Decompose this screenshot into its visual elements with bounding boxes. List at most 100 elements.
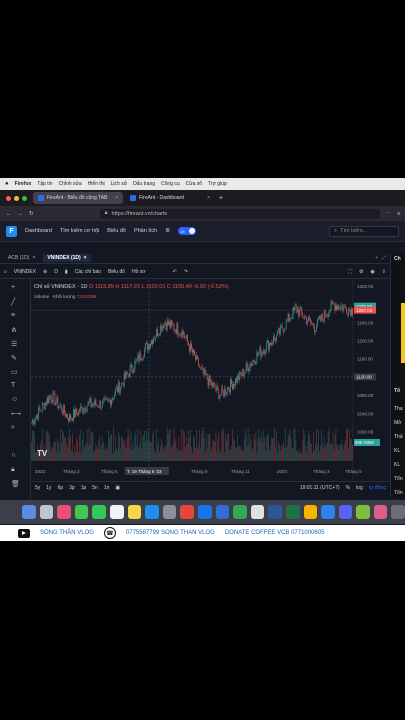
app-icon[interactable] <box>233 505 247 519</box>
menubar-item[interactable]: Lịch sử <box>111 181 127 187</box>
photos-icon[interactable] <box>57 505 71 519</box>
launchpad-icon[interactable] <box>39 505 54 519</box>
calendar-app-icon[interactable] <box>109 505 124 519</box>
facetime-icon[interactable] <box>74 505 89 519</box>
range-button[interactable]: 1y <box>46 485 51 491</box>
add-chart-tab-icon[interactable]: + <box>375 255 378 261</box>
search-input[interactable]: ⌕ Tìm kiếm... <box>329 225 399 237</box>
app-icon[interactable] <box>356 505 370 519</box>
zoom-icon[interactable]: ⌕ <box>11 424 15 432</box>
menubar-item[interactable]: Chỉnh sửa <box>59 181 82 187</box>
rectangle-icon[interactable]: ▭ <box>11 368 18 376</box>
candle-type-icon[interactable]: ▮ <box>65 269 68 275</box>
app-icon[interactable] <box>373 505 388 519</box>
close-tab-icon[interactable]: × <box>115 195 118 201</box>
fullscreen-icon[interactable]: ⛶ <box>348 269 352 275</box>
range-button[interactable]: 1n <box>104 485 110 491</box>
chart-type-button[interactable]: Biểu đồ <box>108 269 125 275</box>
app-icon[interactable] <box>215 505 230 519</box>
zalo-icon[interactable] <box>197 505 212 519</box>
extensions-icon[interactable]: ⋯ <box>386 211 392 217</box>
settings-icon[interactable]: ⚙ <box>359 269 363 275</box>
close-tab-icon[interactable]: × <box>207 195 210 201</box>
pitchfork-icon[interactable]: ⋔ <box>11 326 17 334</box>
symbol-search-icon[interactable]: ⌕ <box>4 269 7 275</box>
menubar-item[interactable]: Tập tin <box>37 181 52 187</box>
expand-icon[interactable]: ⤢ <box>382 255 390 261</box>
share-icon[interactable]: ⇪ <box>382 269 390 275</box>
emoji-icon[interactable]: ☺ <box>11 396 18 403</box>
nav-dashboard[interactable]: Dashboard <box>25 228 52 234</box>
indicators-button[interactable]: Các chỉ báo <box>75 269 101 275</box>
fireant-logo-icon[interactable]: F <box>6 225 17 237</box>
nav-charts[interactable]: Biểu đồ <box>107 228 126 234</box>
menubar-item[interactable]: Dấu trang <box>133 181 155 187</box>
brush-icon[interactable]: ✎ <box>11 354 17 362</box>
interval-select[interactable]: D <box>54 269 58 275</box>
app-icon[interactable] <box>303 505 318 519</box>
settings-app-icon[interactable] <box>162 505 177 519</box>
app-icon[interactable] <box>321 505 335 519</box>
trash-icon[interactable]: 🗑︎ <box>11 480 20 488</box>
nav-opportunity[interactable]: Tìm kiếm cơ hội <box>60 228 99 234</box>
measure-icon[interactable]: ⟷ <box>11 410 21 418</box>
nav-analysis[interactable]: Phân tích <box>134 228 157 234</box>
menubar-item[interactable]: Hiển thị <box>88 181 105 187</box>
range-button[interactable]: 1p <box>81 485 87 491</box>
trash-dock-icon[interactable] <box>391 505 405 519</box>
price-chart[interactable]: 1320.001280.001240.001200.001160.001120.… <box>31 280 390 481</box>
symbol-input[interactable]: VNINDEX <box>14 269 36 275</box>
word-icon[interactable] <box>268 505 282 519</box>
calendar-icon[interactable]: ▣ <box>115 485 120 491</box>
app-icon[interactable] <box>250 505 265 519</box>
close-window-icon[interactable] <box>6 195 11 201</box>
redo-icon[interactable]: ↷ <box>184 269 188 275</box>
theme-toggle[interactable]: 18 <box>178 227 197 235</box>
close-chart-tab-icon[interactable]: × <box>84 255 87 261</box>
camera-icon[interactable]: ◉ <box>370 269 374 275</box>
menubar-item[interactable]: Cửa sổ <box>186 181 202 187</box>
horizontal-line-icon[interactable]: ≡ <box>11 312 15 319</box>
close-chart-tab-icon[interactable]: × <box>32 255 35 261</box>
appstore-icon[interactable] <box>145 505 159 519</box>
percent-toggle[interactable]: % <box>346 485 350 491</box>
lock-drawing-icon[interactable]: 🔒︎ <box>11 466 15 474</box>
chart-tab-acb[interactable]: ACB (1D) × <box>4 254 39 262</box>
reload-icon[interactable]: ↻ <box>29 211 34 217</box>
discord-icon[interactable] <box>338 505 353 519</box>
apple-icon[interactable]: ● <box>5 181 9 187</box>
range-button[interactable]: 5n <box>92 485 98 491</box>
back-icon[interactable]: ← <box>6 211 12 217</box>
trendline-icon[interactable]: ╱ <box>11 298 15 306</box>
add-symbol-icon[interactable]: ⊕ <box>43 269 47 275</box>
auto-toggle[interactable]: tự động <box>369 485 390 491</box>
chart-tab-vnindex[interactable]: VNINDEX (1D) × <box>43 254 91 262</box>
excel-icon[interactable] <box>285 505 300 519</box>
forward-icon[interactable]: → <box>18 211 24 217</box>
undo-icon[interactable]: ↶ <box>173 269 177 275</box>
finder-icon[interactable] <box>22 505 36 519</box>
settings-gear-icon[interactable]: ⚙ <box>165 228 170 234</box>
log-toggle[interactable]: log <box>356 485 363 491</box>
magnet-icon[interactable]: ∩ <box>11 452 16 459</box>
menubar-app[interactable]: Firefox <box>15 181 32 187</box>
notes-icon[interactable] <box>127 505 142 519</box>
range-button[interactable]: 3p <box>69 485 75 491</box>
maximize-window-icon[interactable] <box>22 195 27 201</box>
chrome-icon[interactable] <box>180 505 194 519</box>
fib-icon[interactable]: ☰ <box>11 340 17 348</box>
menubar-item[interactable]: Công cụ <box>161 181 180 187</box>
minimize-window-icon[interactable] <box>14 195 19 201</box>
menubar-item[interactable]: Trợ giúp <box>208 181 227 187</box>
address-field[interactable]: 🔒︎ https://fireant.vn/charts <box>99 208 380 219</box>
new-tab-icon[interactable]: + <box>219 195 223 202</box>
profile-button[interactable]: Hồ sơ <box>132 269 146 275</box>
messages-icon[interactable] <box>92 505 106 519</box>
chart-area[interactable]: 1320.001280.001240.001200.001160.001120.… <box>31 280 390 499</box>
menu-icon[interactable]: ≡ <box>397 211 400 217</box>
crosshair-icon[interactable]: + <box>11 284 15 291</box>
browser-tab[interactable]: FireAnt - Biểu đồ cộng TAB × <box>33 192 123 204</box>
browser-tab[interactable]: FireAnt - Dashboard × <box>125 192 215 204</box>
range-button[interactable]: 6p <box>58 485 64 491</box>
range-button[interactable]: 5y <box>35 485 40 491</box>
